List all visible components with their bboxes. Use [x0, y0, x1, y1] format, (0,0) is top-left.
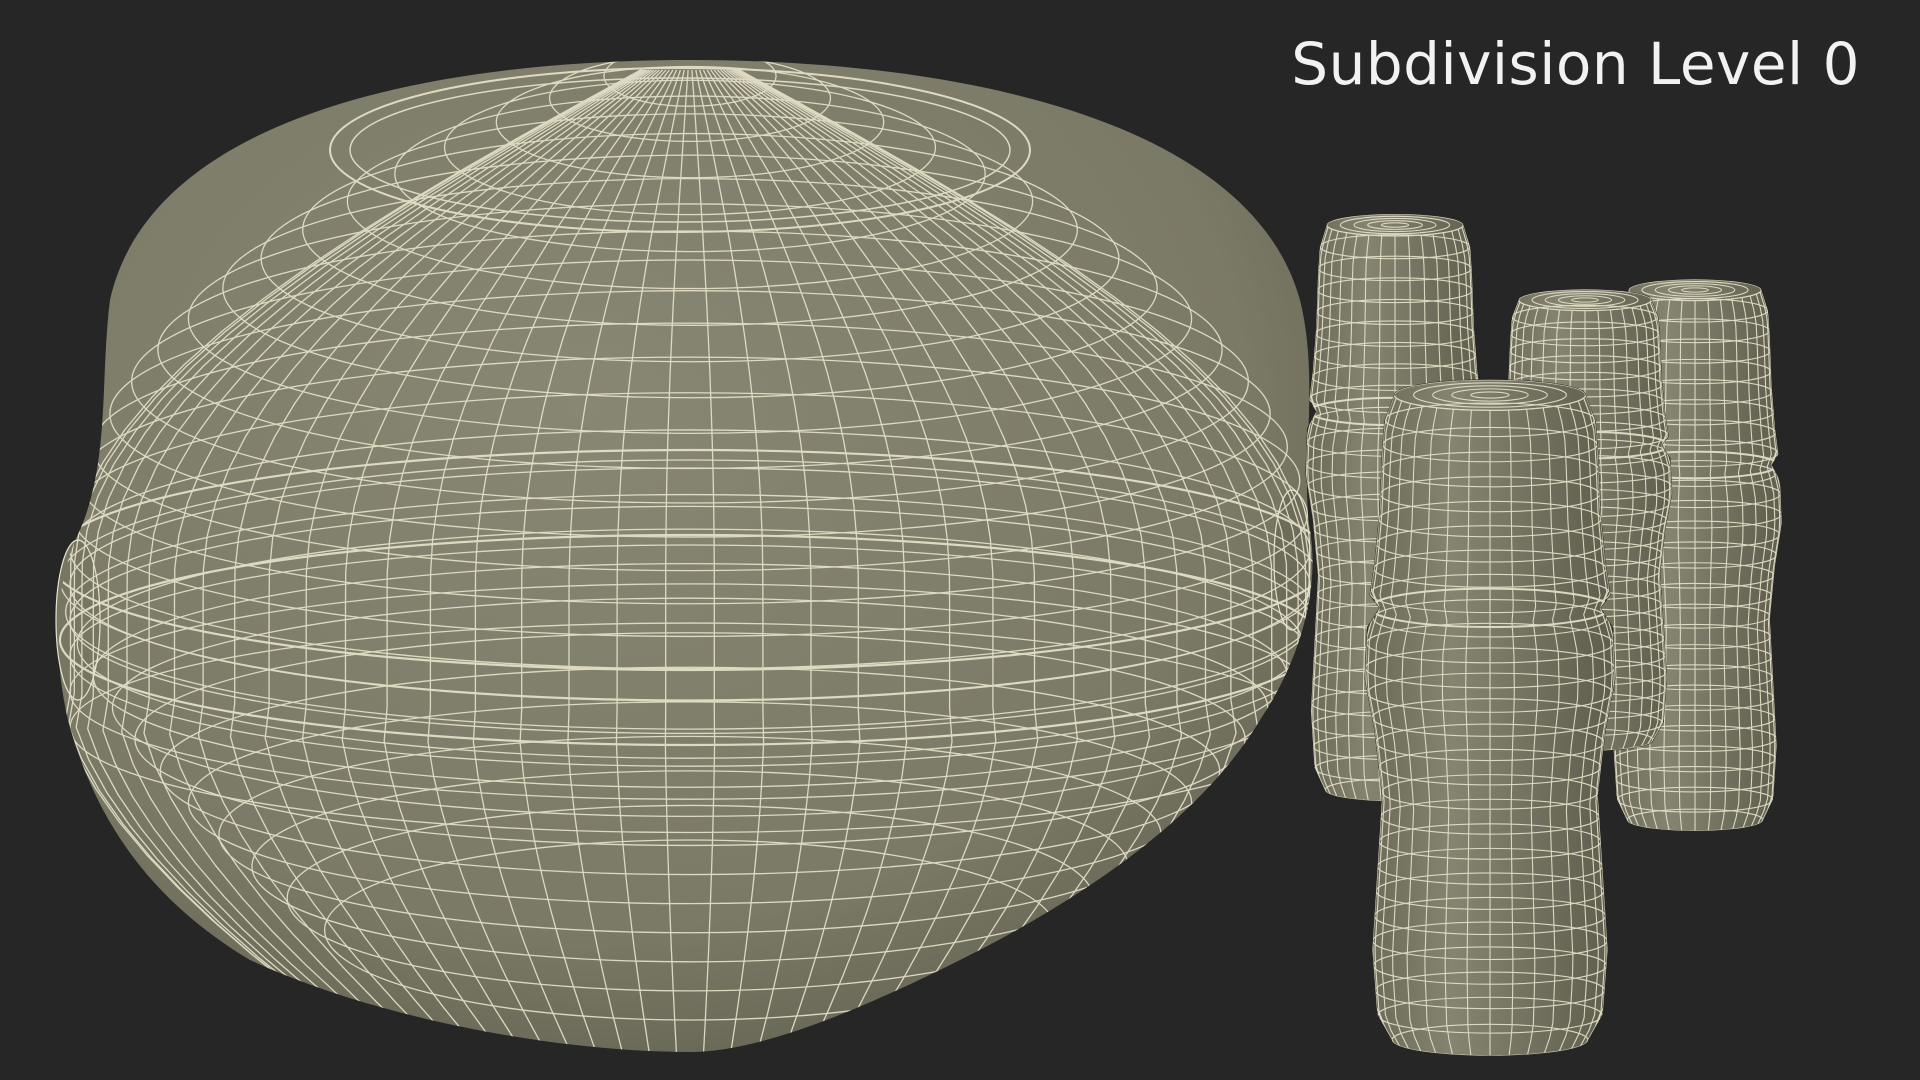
subdivision-level-label: Subdivision Level 0 [1291, 30, 1860, 98]
wireframe-render [55, 60, 1783, 1057]
bottles [1305, 213, 1783, 1057]
bottle-front [1364, 379, 1616, 1057]
bowl-with-lid [55, 60, 1313, 1052]
viewport: Subdivision Level 0 [0, 0, 1920, 1080]
